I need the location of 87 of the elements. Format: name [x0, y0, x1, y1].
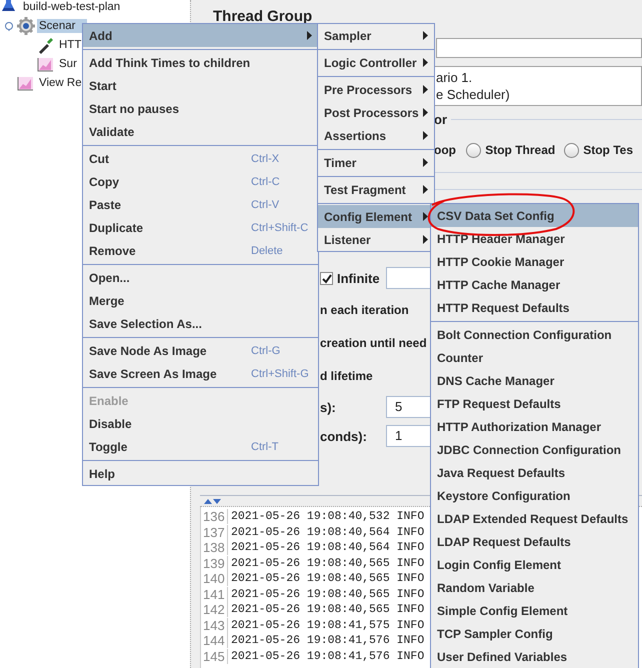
option-label: n each iteration — [320, 302, 409, 319]
checkbox[interactable] — [320, 272, 333, 284]
radio-button[interactable] — [466, 142, 482, 158]
menu-item[interactable]: Start no pauses — [83, 97, 318, 120]
menu-item[interactable]: Merge — [83, 289, 318, 312]
log-line: 2021-05-26 19:08:40,565 INFO — [231, 588, 424, 601]
menu-item[interactable]: Assertions — [318, 124, 434, 147]
name-field[interactable] — [436, 38, 642, 58]
tree-item[interactable]: build-web-test-plan — [21, 0, 122, 14]
tree-item[interactable]: Scenar — [37, 18, 88, 32]
log-line: 2021-05-26 19:08:40,565 INFO — [231, 572, 424, 586]
menu-item[interactable]: HTTP Cookie Manager — [431, 250, 638, 273]
menu-item[interactable]: Disable — [83, 412, 318, 435]
menu-item[interactable]: Java Request Defaults — [431, 461, 638, 484]
tree-item[interactable]: Sur — [57, 56, 79, 70]
menu-item[interactable]: Duplicate Ctrl+Shift-C — [83, 216, 318, 239]
menu-item[interactable]: Login Config Element — [431, 553, 638, 576]
checkbox-label: Infinite — [337, 270, 381, 286]
menu-item[interactable]: HTTP Cache Manager — [431, 273, 638, 296]
menu-item[interactable]: Paste Ctrl-V — [83, 193, 318, 216]
menu-item[interactable]: User Defined Variables — [431, 645, 638, 668]
menu-item[interactable]: Toggle Ctrl-T — [83, 435, 318, 458]
menu-item[interactable]: Copy Ctrl-C — [83, 170, 318, 193]
line-number: 144 — [201, 633, 228, 648]
comment-text: e Scheduler) — [436, 86, 511, 103]
menu-item[interactable]: Logic Controller — [318, 51, 434, 74]
menu-item[interactable]: LDAP Extended Request Defaults — [431, 507, 638, 530]
gear-icon — [17, 16, 35, 34]
node-handle-icon[interactable] — [4, 20, 14, 30]
menu-item[interactable]: Remove Delete — [83, 239, 318, 262]
section-label: or — [434, 112, 447, 126]
tree-item[interactable]: View Re — [37, 76, 84, 90]
menu-item[interactable]: Bolt Connection Configuration — [431, 323, 638, 346]
menu-item[interactable]: Keystore Configuration — [431, 484, 638, 507]
log-line: 2021-05-26 19:08:41,575 INFO — [231, 618, 424, 632]
comment-text: ario 1. — [436, 69, 474, 86]
log-line: 2021-05-26 19:08:40,564 INFO — [231, 526, 424, 539]
line-number: 137 — [201, 524, 228, 540]
option-label: Stop Thread — [485, 143, 556, 157]
menu-item[interactable]: Add — [83, 24, 318, 47]
line-number: 141 — [201, 586, 228, 602]
line-number: 145 — [201, 648, 228, 664]
log-line: 2021-05-26 19:08:41,576 INFO — [231, 650, 424, 663]
menu-item[interactable]: Save Selection As... — [83, 312, 318, 335]
menu-item[interactable]: Timer — [318, 151, 434, 174]
collapse-arrows-icon — [203, 498, 221, 504]
menu-item[interactable]: Save Screen As Image Ctrl+Shift-G — [83, 362, 318, 385]
menu-item[interactable]: LDAP Request Defaults — [431, 530, 638, 553]
field-label: s): — [320, 400, 337, 414]
menu-item[interactable]: Start — [83, 74, 318, 97]
radio-button[interactable] — [564, 142, 580, 158]
line-number: 142 — [201, 602, 228, 618]
menu-item[interactable]: Random Variable — [431, 576, 638, 599]
menu-item[interactable]: Save Node As Image Ctrl-G — [83, 339, 318, 362]
field-label: conds): — [320, 428, 368, 444]
menu-item[interactable]: Cut Ctrl-X — [83, 147, 318, 170]
menu-item[interactable]: Listener — [318, 228, 434, 251]
line-number: 139 — [201, 556, 228, 571]
option-label: Stop Tes — [583, 143, 633, 157]
menu-item[interactable]: HTTP Request Defaults — [431, 296, 638, 319]
panel-title: Thread Group — [213, 8, 312, 26]
line-number: 138 — [201, 540, 228, 556]
log-line: 2021-05-26 19:08:40,565 INFO — [231, 603, 424, 616]
menu-item[interactable]: CSV Data Set Config — [431, 204, 638, 227]
menu-item[interactable]: Open... — [83, 266, 318, 289]
log-line: 2021-05-26 19:08:40,564 INFO — [231, 541, 424, 554]
option-label: creation until need — [320, 335, 427, 352]
menu-item[interactable]: Sampler — [318, 24, 434, 47]
menu-item[interactable]: Help — [83, 462, 318, 485]
menu-item[interactable]: DNS Cache Manager — [431, 369, 638, 392]
menu-item[interactable]: Validate — [83, 120, 318, 143]
line-number: 136 — [201, 509, 228, 524]
option-label: oop — [434, 143, 457, 157]
option-label: d lifetime — [320, 368, 373, 385]
log-line: 2021-05-26 19:08:40,565 INFO — [231, 556, 424, 570]
line-number: 143 — [201, 618, 228, 633]
log-line: 2021-05-26 19:08:40,532 INFO — [231, 510, 424, 524]
menu-item[interactable]: Test Fragment — [318, 178, 434, 201]
menu-item[interactable]: TCP Sampler Config — [431, 622, 638, 645]
menu-item[interactable]: Counter — [431, 346, 638, 369]
line-number: 140 — [201, 571, 228, 586]
menu-item[interactable]: HTTP Header Manager — [431, 227, 638, 250]
menu-item[interactable]: Add Think Times to children — [83, 51, 318, 74]
pipette-icon — [37, 36, 55, 54]
menu-item[interactable]: Simple Config Element — [431, 599, 638, 622]
tree-item[interactable]: HTT — [57, 38, 84, 52]
log-line: 2021-05-26 19:08:41,576 INFO — [231, 634, 424, 648]
